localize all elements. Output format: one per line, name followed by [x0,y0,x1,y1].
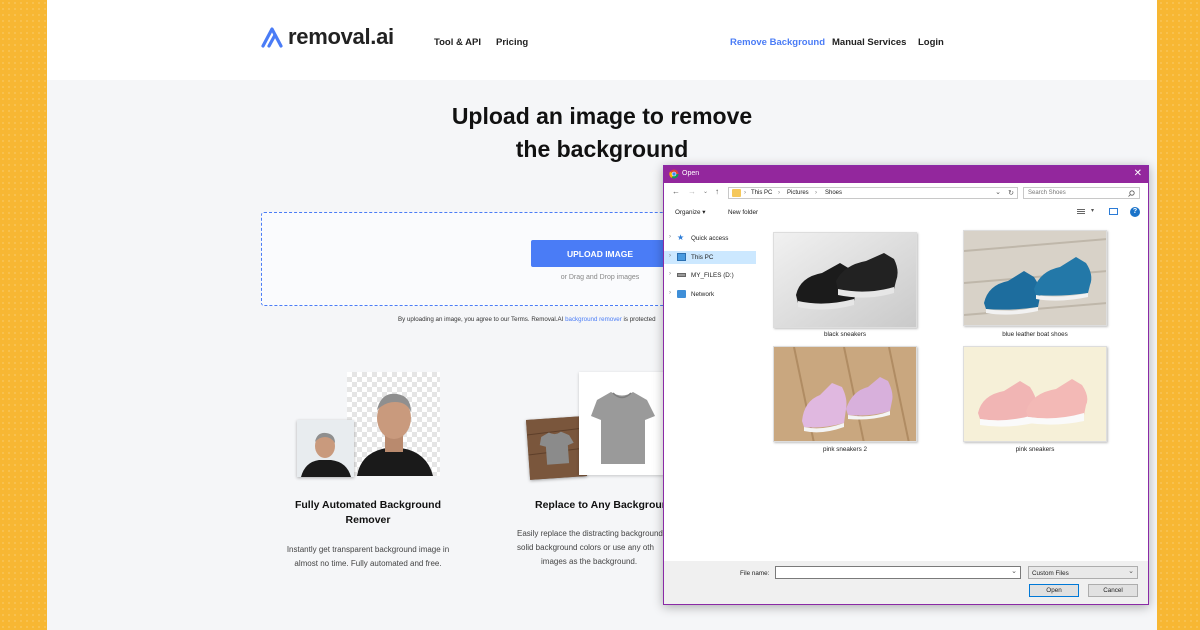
black-sneakers-image [774,233,916,327]
nav-my-files-drive[interactable]: › MY_FILES (D:) [664,269,756,282]
search-icon [1128,190,1135,197]
breadcrumb-pictures[interactable]: Pictures [787,190,809,196]
dialog-title: Open [682,170,700,177]
refresh-icon[interactable]: ↻ [1008,189,1014,197]
breadcrumb-separator-icon: › [778,190,780,196]
file-thumbnail-blue-leather-boat-shoes[interactable] [963,230,1107,326]
breadcrumb-separator-icon: › [744,190,746,196]
back-arrow-icon[interactable]: ← [672,187,680,196]
file-thumbnail-black-sneakers[interactable] [773,232,917,328]
address-dropdown-icon[interactable]: ⌄ [995,188,1001,196]
nav-this-pc-label: This PC [691,254,714,261]
nav-tool-api[interactable]: Tool & API [434,37,481,48]
cancel-button[interactable]: Cancel [1088,584,1138,597]
view-dropdown-icon[interactable]: ▾ [1091,207,1094,214]
file-name-input[interactable]: ⌄ [775,566,1021,579]
open-file-dialog: Open ✕ ← → ⌄ ↑ › This PC › Pictures › Sh… [663,165,1149,605]
feature-1-desc-line-1: Instantly get transparent background ima… [286,545,450,554]
nav-pricing[interactable]: Pricing [496,37,528,48]
address-bar[interactable]: › This PC › Pictures › Shoes ⌄ ↻ [728,187,1018,199]
nav-network[interactable]: › Network [664,288,756,301]
terms-notice: By uploading an image, you agree to our … [398,316,656,323]
site-header: removal.ai Tool & API Pricing Remove Bac… [47,0,1157,80]
breadcrumb-shoes[interactable]: Shoes [825,190,842,196]
nav-this-pc[interactable]: › This PC [664,251,756,264]
expand-chevron-icon[interactable]: › [669,234,671,240]
feature-1-title-line-1: Fully Automated Background [294,499,442,511]
file-type-value: Custom Files [1032,570,1069,577]
forward-arrow-icon[interactable]: → [688,187,696,196]
file-thumbnail-pink-sneakers-2[interactable] [773,346,917,442]
feature-1-title-line-2: Remover [345,514,391,526]
feature-2-desc-line-1: Easily replace the distracting backgroun… [517,529,663,538]
file-name-blue-leather-boat-shoes: blue leather boat shoes [1002,331,1068,338]
feature-1-title: Fully Automated Background Remover [288,498,448,528]
folder-icon [732,189,741,197]
chrome-app-icon [669,169,679,179]
up-arrow-icon[interactable]: ↑ [715,187,719,196]
nav-network-label: Network [691,291,715,298]
nav-quick-access[interactable]: › ★ Quick access [664,232,756,245]
feature-2-desc-line-3: images as the background. [541,557,638,566]
logo-text: removal.ai [288,24,394,49]
feature-2-title: Replace to Any Background [535,499,675,511]
close-icon[interactable]: ✕ [1134,168,1142,179]
tshirt-on-wood-image [525,416,588,480]
star-icon: ★ [677,233,685,242]
file-name-pink-sneakers: pink sneakers [1015,446,1055,453]
file-name-pink-sneakers-2: pink sneakers 2 [822,446,868,453]
expand-chevron-icon[interactable]: › [669,253,671,259]
new-folder-button[interactable]: New folder [728,209,758,216]
recent-chevron-icon[interactable]: ⌄ [703,188,708,195]
feature-1-description: Instantly get transparent background ima… [268,543,468,571]
file-type-select[interactable]: Custom Files ⌄ [1028,566,1138,579]
breadcrumb-separator-icon: › [815,190,817,196]
blue-boat-shoes-image [964,231,1106,325]
pink-sneakers-image [964,347,1106,441]
chevron-down-icon[interactable]: ⌄ [1128,567,1134,575]
file-name-black-sneakers: black sneakers [824,331,866,338]
nav-quick-access-label: Quick access [691,235,729,242]
drag-drop-hint: or Drag and Drop images [560,274,640,281]
view-options-icon[interactable] [1077,209,1085,215]
search-placeholder: Search Shoes [1028,190,1066,196]
terms-text: By uploading an image, you agree to our … [398,316,564,323]
chevron-down-icon[interactable]: ⌄ [1011,567,1017,575]
hero-title-line-2: the background [515,136,689,162]
nav-remove-background[interactable]: Remove Background [730,37,825,48]
upload-image-button[interactable]: UPLOAD IMAGE [531,240,669,267]
hero-title-line-1: Upload an image to remove [451,103,753,129]
nav-login[interactable]: Login [918,37,944,48]
drive-icon [677,273,686,277]
organize-menu[interactable]: Organize ▾ [675,209,705,216]
logo[interactable]: removal.ai [260,24,394,50]
expand-chevron-icon[interactable]: › [669,271,671,277]
pink-sneakers-2-image [774,347,916,441]
expand-chevron-icon[interactable]: › [669,290,671,296]
help-icon[interactable]: ? [1130,207,1140,217]
tshirt-cutout-image [579,372,665,475]
open-button[interactable]: Open [1029,584,1079,597]
computer-icon [677,253,686,261]
terms-tail: is protected [623,316,656,323]
feature-2-desc-line-2: solid background colors or use any oth [517,543,654,552]
cutout-portrait-image [347,372,440,476]
file-thumbnail-pink-sneakers[interactable] [963,346,1107,442]
hero-title: Upload an image to remove the background [427,100,777,166]
removal-logo-icon [261,27,283,48]
nav-my-files-label: MY_FILES (D:) [691,272,734,279]
search-input[interactable]: Search Shoes [1023,187,1140,199]
terms-link[interactable]: background remover [565,316,622,323]
dialog-footer: File name: ⌄ Custom Files ⌄ Open Cancel [664,561,1148,604]
nav-manual-services[interactable]: Manual Services [832,37,906,48]
dialog-titlebar[interactable]: Open ✕ [664,166,1148,183]
original-portrait-image [297,420,354,477]
file-name-label: File name: [740,570,770,577]
navigation-pane: › ★ Quick access › This PC › MY_FILES (D… [664,226,758,561]
feature-1-desc-line-2: almost no time. Fully automated and free… [294,559,442,568]
breadcrumb-this-pc[interactable]: This PC [751,190,772,196]
preview-pane-icon[interactable] [1109,208,1118,215]
network-icon [677,290,686,298]
